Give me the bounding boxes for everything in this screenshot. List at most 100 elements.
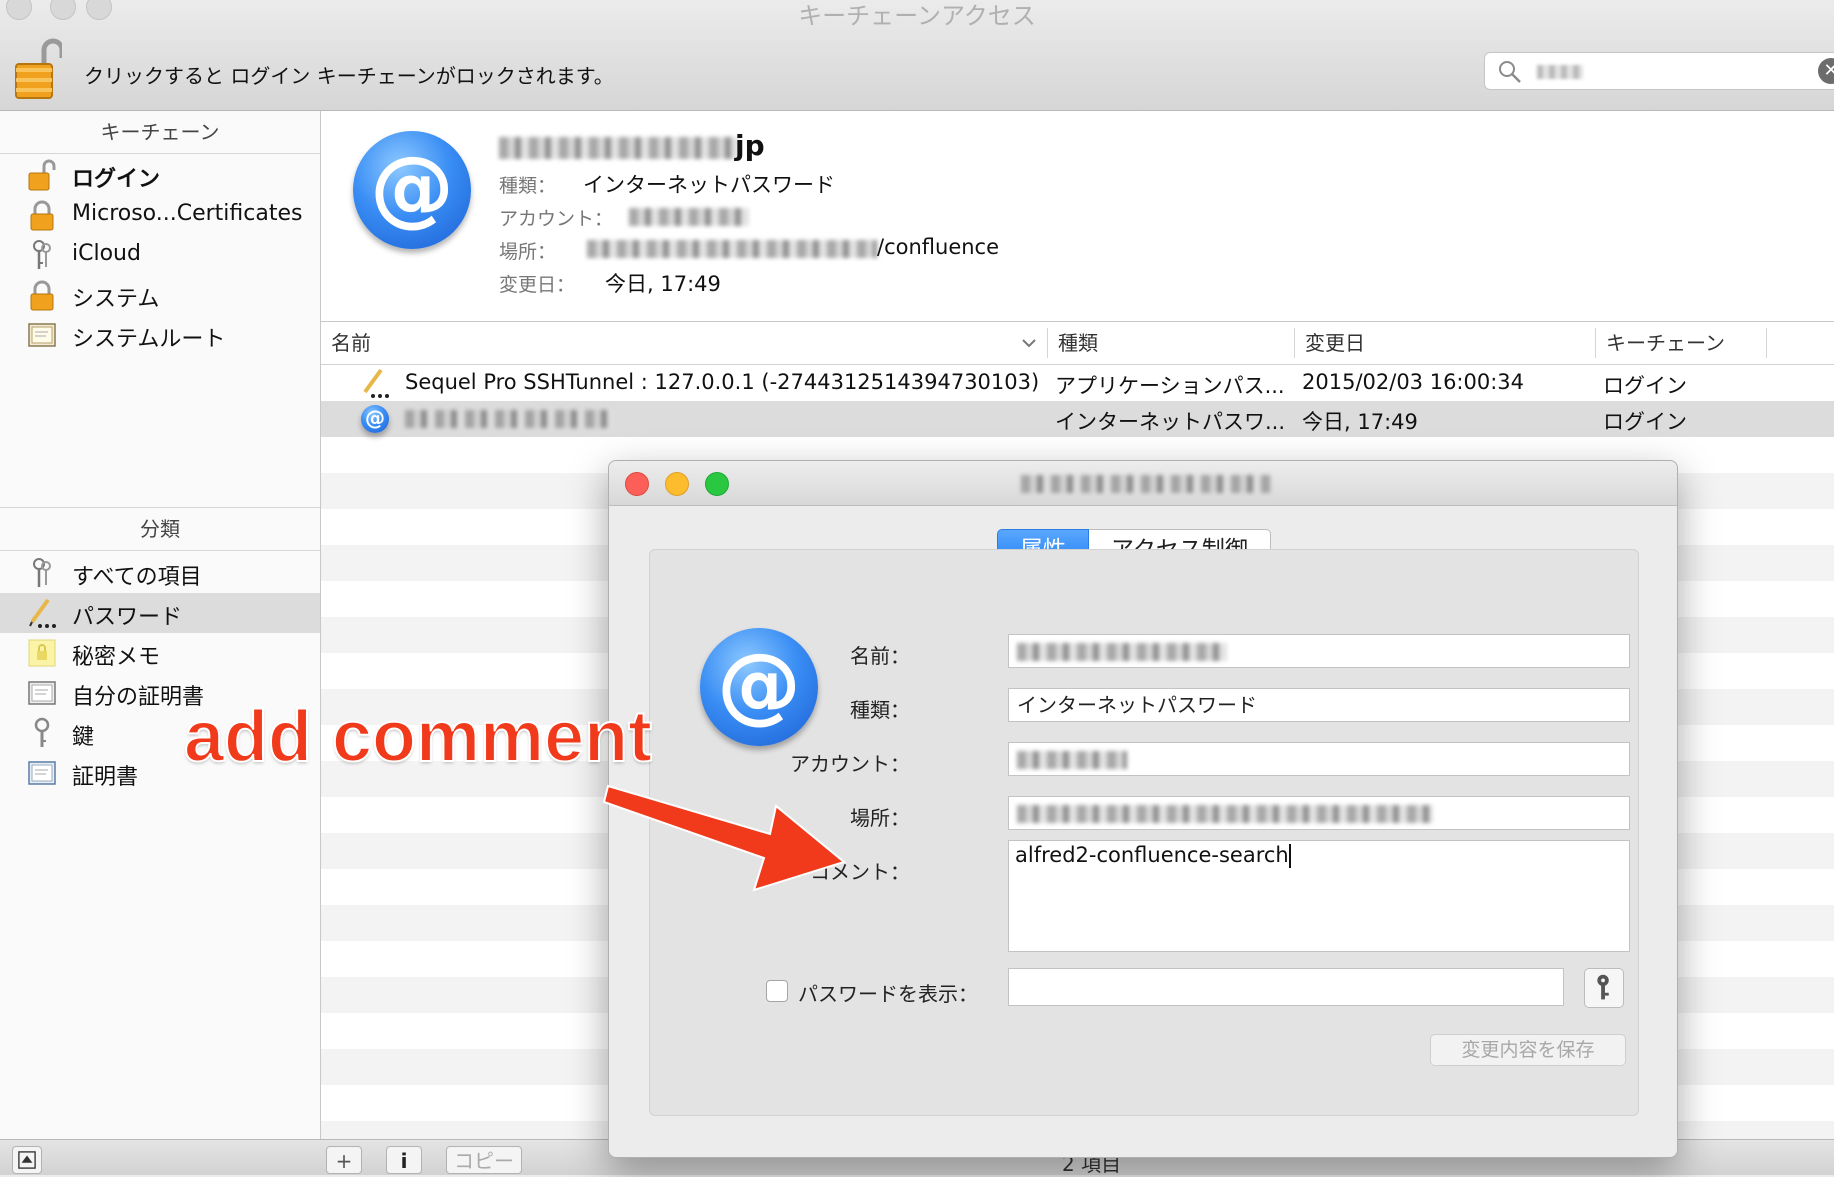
name-field[interactable] bbox=[1008, 634, 1630, 668]
sidebar: キーチェーン ログイン Microso...Certificates iClou… bbox=[0, 111, 321, 1139]
pencil-dots-icon bbox=[363, 368, 389, 398]
sidebar-item-secure-notes[interactable]: 秘密メモ bbox=[0, 633, 320, 673]
modified-label: 変更日： bbox=[499, 274, 576, 296]
cell-date: 今日, 17:49 bbox=[1302, 410, 1418, 434]
column-divider[interactable] bbox=[1766, 328, 1767, 358]
cell-kind: インターネットパスワ... bbox=[1055, 410, 1286, 434]
keychains-header: キーチェーン bbox=[0, 111, 320, 154]
add-item-button[interactable]: + bbox=[326, 1146, 362, 1174]
sidebar-item-system-roots[interactable]: システムルート bbox=[0, 315, 320, 355]
sidebar-item-microsoft-certificates[interactable]: Microso...Certificates bbox=[0, 195, 320, 235]
table-header: 名前 種類 変更日 キーチェーン bbox=[321, 322, 1834, 365]
key-icon bbox=[34, 717, 50, 747]
sidebar-item-icloud[interactable]: iCloud bbox=[0, 235, 320, 275]
show-password-label: パスワードを表示： bbox=[798, 982, 978, 1006]
sidebar-item-passwords[interactable]: パスワード bbox=[0, 593, 320, 633]
copy-button[interactable]: コピー bbox=[446, 1146, 522, 1174]
annotation-arrow-icon bbox=[602, 784, 847, 892]
sidebar-item-login[interactable]: ログイン bbox=[0, 155, 320, 195]
sidebar-item-label: パスワード bbox=[72, 605, 183, 630]
pencil-dots-icon bbox=[29, 598, 56, 628]
categories-header: 分類 bbox=[0, 507, 320, 551]
sidebar-item-label: ログイン bbox=[72, 167, 161, 192]
text-caret bbox=[1288, 844, 1291, 868]
column-header-name[interactable]: 名前 bbox=[321, 322, 1043, 364]
search-icon bbox=[1499, 61, 1521, 83]
note-padlock-icon bbox=[28, 639, 56, 667]
item-detail-panel: @ jp 種類： インターネットパスワード アカウント： 場所： /conflu… bbox=[321, 111, 1834, 322]
item-name-redacted bbox=[499, 137, 739, 159]
kind-value: インターネットパスワード bbox=[583, 173, 835, 197]
where-redacted bbox=[587, 240, 877, 258]
sidebar-item-label: Microso...Certificates bbox=[72, 201, 303, 226]
password-field[interactable] bbox=[1008, 968, 1564, 1006]
column-header-keychain[interactable]: キーチェーン bbox=[1596, 322, 1786, 364]
dialog-minimize-button[interactable] bbox=[665, 472, 689, 496]
account-field[interactable] bbox=[1008, 742, 1630, 776]
dialog-zoom-button[interactable] bbox=[705, 472, 729, 496]
search-query-redacted bbox=[1537, 65, 1583, 79]
cell-date: 2015/02/03 16:00:34 bbox=[1302, 370, 1525, 394]
get-info-button[interactable]: i bbox=[386, 1146, 422, 1174]
item-name-suffix: jp bbox=[735, 129, 765, 162]
padlock-icon bbox=[30, 280, 54, 311]
sidebar-item-all-items[interactable]: すべての項目 bbox=[0, 553, 320, 593]
account-label: アカウント： bbox=[790, 752, 910, 776]
unlocked-padlock-icon[interactable] bbox=[14, 38, 62, 100]
table-row[interactable]: @ インターネットパスワ... 今日, 17:49 ログイン bbox=[321, 401, 1834, 437]
certificate-icon bbox=[28, 681, 56, 705]
cell-name-redacted bbox=[405, 410, 615, 428]
account-redacted bbox=[629, 208, 749, 226]
where-label: 場所： bbox=[499, 241, 557, 263]
lock-status-message: クリックすると ログイン キーチェーンがロックされます。 bbox=[84, 64, 614, 88]
show-password-checkbox[interactable] bbox=[766, 980, 788, 1002]
kind-field[interactable]: インターネットパスワード bbox=[1008, 688, 1630, 722]
sidebar-item-label: システム bbox=[72, 287, 160, 312]
keys-icon bbox=[33, 558, 51, 587]
key-assistant-button[interactable] bbox=[1584, 968, 1624, 1008]
dialog-close-button[interactable] bbox=[625, 472, 649, 496]
where-value-redacted bbox=[1017, 805, 1433, 823]
certificate-cabinet-icon bbox=[28, 323, 56, 347]
comment-field[interactable]: alfred2-confluence-search bbox=[1008, 840, 1630, 952]
cell-kind: アプリケーションパス... bbox=[1055, 374, 1285, 398]
eject-icon bbox=[18, 1151, 36, 1169]
sidebar-item-label: 秘密メモ bbox=[72, 645, 161, 670]
at-sign-icon: @ bbox=[361, 405, 389, 433]
kind-label: 種類： bbox=[499, 175, 557, 197]
padlock-icon bbox=[30, 200, 54, 231]
chevron-down-icon[interactable] bbox=[1021, 336, 1037, 350]
modified-value: 今日, 17:49 bbox=[605, 272, 721, 296]
account-label: アカウント： bbox=[499, 208, 614, 230]
certificate-icon bbox=[28, 761, 56, 785]
key-icon bbox=[1597, 974, 1609, 1000]
kind-label: 種類： bbox=[850, 698, 910, 722]
search-input[interactable] bbox=[1484, 52, 1834, 90]
comment-value: alfred2-confluence-search bbox=[1015, 843, 1289, 867]
dialog-title-redacted bbox=[1021, 475, 1271, 493]
unlocked-padlock-icon bbox=[28, 159, 56, 191]
cell-keychain: ログイン bbox=[1603, 374, 1687, 398]
table-row[interactable]: Sequel Pro SSHTunnel : 127.0.0.1 (-27443… bbox=[321, 365, 1834, 401]
name-value-redacted bbox=[1017, 643, 1227, 661]
where-field[interactable] bbox=[1008, 796, 1630, 830]
where-suffix: /confluence bbox=[877, 235, 1000, 259]
sidebar-item-label: iCloud bbox=[72, 241, 141, 266]
window-title: キーチェーンアクセス bbox=[798, 2, 1036, 30]
at-sign-icon: @ bbox=[353, 131, 471, 249]
sidebar-item-label: すべての項目 bbox=[72, 565, 202, 590]
account-value-redacted bbox=[1017, 751, 1127, 769]
sidebar-item-label: システムルート bbox=[72, 327, 226, 352]
window-toolbar: キーチェーンアクセス クリックすると ログイン キーチェーンがロックされます。 … bbox=[0, 0, 1834, 111]
column-header-kind[interactable]: 種類 bbox=[1048, 322, 1294, 364]
toggle-sidebar-button[interactable] bbox=[12, 1146, 42, 1174]
info-icon: i bbox=[400, 1149, 408, 1173]
cell-name: Sequel Pro SSHTunnel : 127.0.0.1 (-27443… bbox=[405, 370, 1040, 394]
sidebar-item-system[interactable]: システム bbox=[0, 275, 320, 315]
sidebar-item-label: 証明書 bbox=[72, 765, 139, 790]
dialog-titlebar bbox=[609, 461, 1677, 506]
save-changes-button[interactable]: 変更内容を保存 bbox=[1430, 1034, 1626, 1066]
cell-keychain: ログイン bbox=[1603, 410, 1687, 434]
column-header-date[interactable]: 変更日 bbox=[1295, 322, 1595, 364]
annotation-text: add comment bbox=[183, 696, 653, 778]
